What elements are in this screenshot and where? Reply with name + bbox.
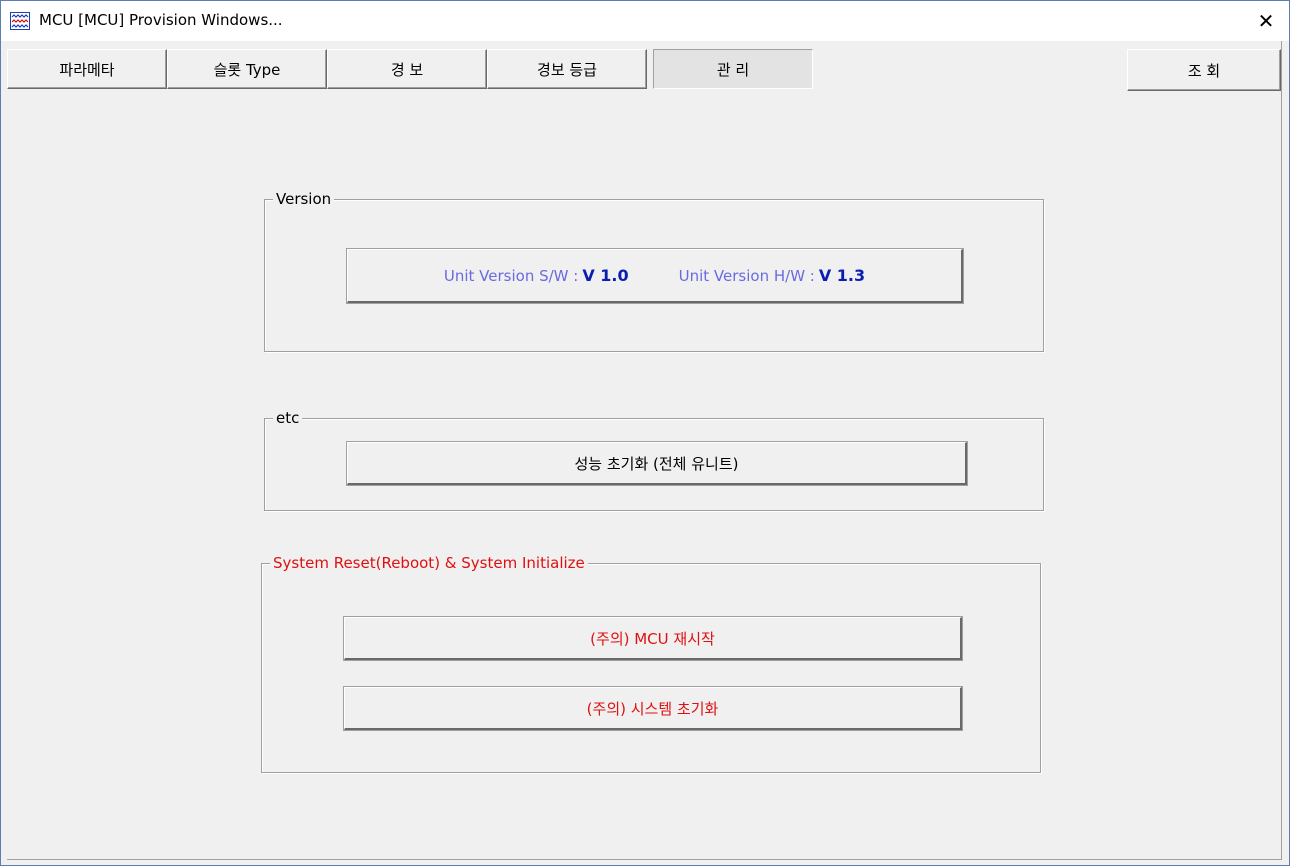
system-group-legend: System Reset(Reboot) & System Initialize	[270, 553, 588, 573]
version-group-legend: Version	[273, 189, 335, 209]
tab-label: 관 리	[716, 60, 750, 79]
performance-init-label: 성능 초기화 (전체 유니트)	[574, 454, 739, 473]
system-init-button[interactable]: (주의) 시스템 초기화	[344, 687, 962, 730]
client-area: 파라메타 슬롯 Type 경 보 경보 등급 관 리 조 회 Version U…	[7, 41, 1282, 860]
window-title: MCU [MCU] Provision Windows...	[39, 11, 283, 29]
provision-window: MCU [MCU] Provision Windows... ✕ 파라메타 슬롯…	[0, 0, 1290, 866]
app-waveform-icon	[10, 12, 30, 30]
close-button[interactable]: ✕	[1243, 1, 1289, 41]
etc-group-legend: etc	[273, 408, 303, 428]
system-init-label: (주의) 시스템 초기화	[586, 699, 719, 718]
performance-init-button[interactable]: 성능 초기화 (전체 유니트)	[347, 442, 967, 485]
tab-label: 경보 등급	[537, 60, 597, 79]
tab-alarm-grade[interactable]: 경보 등급	[487, 49, 647, 89]
sw-version-label: Unit Version S/W :	[443, 266, 579, 285]
close-icon: ✕	[1257, 9, 1275, 33]
tab-label: 경 보	[390, 60, 424, 79]
tab-slot-type[interactable]: 슬롯 Type	[167, 49, 327, 89]
system-group: System Reset(Reboot) & System Initialize…	[261, 553, 1041, 773]
tab-alarm[interactable]: 경 보	[327, 49, 487, 89]
query-button[interactable]: 조 회	[1127, 49, 1281, 91]
tab-management[interactable]: 관 리	[653, 49, 813, 89]
tab-label: 파라메타	[59, 60, 115, 79]
mcu-restart-label: (주의) MCU 재시작	[590, 629, 715, 648]
tab-parameter[interactable]: 파라메타	[7, 49, 167, 89]
hw-version-value: V 1.3	[818, 266, 866, 285]
query-button-label: 조 회	[1187, 61, 1221, 80]
etc-group: etc 성능 초기화 (전체 유니트)	[264, 408, 1044, 511]
version-info-panel: Unit Version S/W : V 1.0 Unit Version H/…	[347, 249, 963, 303]
hw-version-label: Unit Version H/W :	[678, 266, 815, 285]
mcu-restart-button[interactable]: (주의) MCU 재시작	[344, 617, 962, 660]
sw-version-value: V 1.0	[582, 266, 629, 285]
tab-label: 슬롯 Type	[213, 60, 281, 79]
version-group: Version Unit Version S/W : V 1.0 Unit Ve…	[264, 189, 1044, 352]
title-bar: MCU [MCU] Provision Windows... ✕	[1, 1, 1289, 41]
